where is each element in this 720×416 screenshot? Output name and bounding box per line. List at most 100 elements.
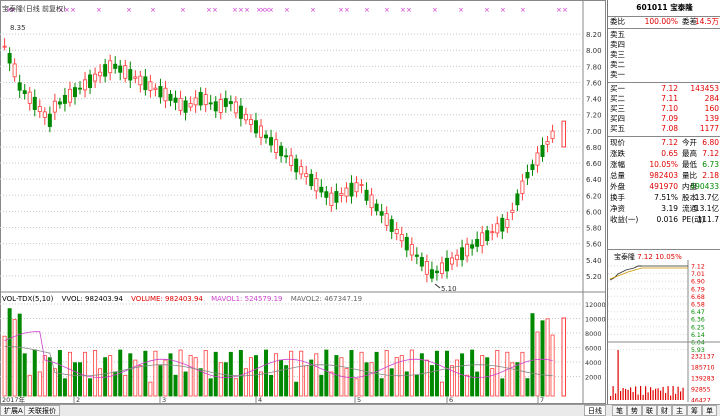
volume-bar (284, 365, 289, 397)
high-price-annotation: 8.35 (10, 24, 26, 32)
event-marker: × (344, 6, 350, 14)
tab-related-quotes[interactable]: 关联报价 (24, 405, 60, 416)
mini-volume-bar (660, 390, 662, 400)
volume-bar (133, 359, 138, 397)
mini-volume-bar (615, 393, 617, 400)
stat-label: 涨跌 (610, 149, 625, 158)
low-price-pointer (434, 283, 441, 289)
event-marker: × (458, 6, 464, 14)
stock-name: 宝泰隆 (670, 3, 693, 12)
candle-body (384, 213, 389, 226)
weibi-label: 委比 (610, 17, 625, 26)
candle-body (133, 76, 138, 79)
candle-body (32, 96, 37, 110)
candle-body (218, 99, 223, 113)
candle-body (490, 231, 495, 234)
event-marker: × (562, 6, 568, 14)
mini-volume-bar (647, 392, 649, 400)
tab-chou[interactable]: 筹 (687, 405, 702, 416)
tab-zhu[interactable]: 主 (672, 405, 687, 416)
volume-bar (364, 362, 369, 397)
volume-bar (319, 374, 324, 397)
candle-body (264, 134, 269, 139)
volume-bar (520, 351, 525, 397)
event-marker: × (96, 6, 102, 14)
buy-price: 7.10 (661, 104, 678, 113)
mini-volume-bar (672, 386, 674, 400)
event-marker: × (150, 6, 156, 14)
stat-row: 净资 3.19 流通 13.1亿 (608, 204, 720, 214)
mini-volume-bar (610, 396, 612, 400)
volume-bar (7, 308, 12, 397)
buy-volume: 143453 (690, 84, 719, 93)
candle-body (379, 211, 384, 216)
stat-value: 10.05% (649, 160, 678, 169)
candle-body (83, 79, 88, 91)
chart-frame (0, 0, 606, 404)
sell-label: 卖四 (610, 40, 625, 49)
candle-body (208, 102, 213, 105)
price-tick-label: 6.40 (586, 176, 602, 184)
volume-bar (304, 365, 309, 397)
price-panel-title: 宝泰隆(日线 前复权) (2, 5, 66, 13)
mini-price-tick: 6.14 (691, 332, 705, 339)
low-price-annotation: 5.10 (441, 285, 457, 293)
volume-tick-label: 8000 (585, 330, 602, 338)
candle-body (359, 184, 364, 186)
volume-bar (525, 378, 530, 397)
mini-pct: 10.05% (655, 253, 682, 261)
candle-body (444, 257, 449, 272)
sell-label: 卖二 (610, 60, 625, 69)
candle-body (389, 219, 394, 232)
price-tick-label: 6.80 (586, 144, 602, 152)
candle-body (540, 144, 545, 157)
volume-bar (218, 362, 223, 397)
candle-body (238, 105, 243, 119)
event-marker: × (556, 6, 562, 14)
tab-shi[interactable]: 势 (627, 405, 642, 416)
mini-volume-tick: 139283 (691, 376, 715, 383)
tab-dan[interactable]: 单 (702, 405, 717, 416)
candle-body (198, 91, 203, 106)
candle-body (404, 236, 409, 251)
tab-bi[interactable]: 笔 (612, 405, 627, 416)
volume-bar (384, 350, 389, 397)
vol-indicator-name: VOL-TDX(5,10) (2, 295, 54, 303)
sell-row: 卖五 (608, 30, 720, 40)
event-marker: × (500, 6, 506, 14)
chart-canvas[interactable]: 8.20 8.00 7.80 7.60 7.40 7.20 7.00 6.80 6.60 6.40… (0, 0, 606, 404)
volume-bar (475, 371, 480, 397)
candle-body (329, 192, 334, 206)
volume-tick-label: 10000 (585, 316, 606, 324)
candle-body (299, 166, 304, 175)
vol-volume: VOLUME: 982403.94 (131, 295, 203, 303)
mini-volume-bar (662, 386, 664, 400)
mini-price-tick: 6.04 (691, 340, 705, 347)
volume-bar (12, 319, 17, 397)
volume-bar (208, 378, 213, 397)
tab-cai[interactable]: 财 (657, 405, 672, 416)
tab-expand-a[interactable]: 扩展A (0, 405, 27, 416)
candle-body (47, 113, 52, 127)
candle-body (173, 97, 178, 103)
mini-volume-bar (650, 387, 652, 400)
candle-body (485, 230, 490, 242)
candle-body (419, 257, 424, 267)
tab-lian[interactable]: 联 (642, 405, 657, 416)
intraday-mini-chart[interactable]: 7.127.016.906.796.686.586.476.366.256.14… (608, 250, 720, 402)
candle-body (545, 141, 550, 145)
tab-day-period[interactable]: 日线 (584, 405, 606, 416)
mini-volume-bar (677, 386, 679, 400)
stat-label-2: 最高 (682, 149, 697, 158)
weibi-row: 委比 100.00% 委差 14.5万 (608, 17, 720, 27)
event-marker: × (432, 6, 438, 14)
mini-volume-bar (612, 386, 614, 400)
volume-bar (439, 381, 444, 397)
volume-bar (148, 381, 153, 397)
candle-body (123, 65, 128, 79)
kline-chart-area[interactable]: 8.20 8.00 7.80 7.60 7.40 7.20 7.00 6.80 6.60 6.40… (0, 0, 606, 416)
candle-body (455, 254, 460, 260)
candle-body (188, 103, 193, 108)
volume-bar (444, 350, 449, 397)
candle-body (520, 180, 525, 194)
